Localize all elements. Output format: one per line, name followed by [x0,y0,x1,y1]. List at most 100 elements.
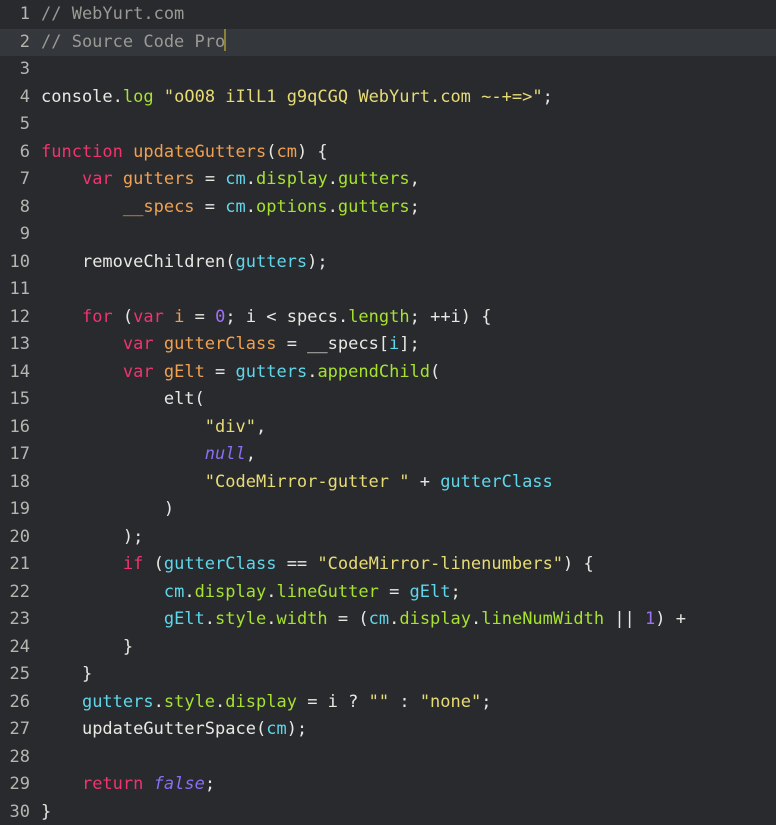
line-number: 10 [9,251,30,272]
line-content[interactable]: elt( [30,386,205,414]
code-line[interactable]: 7 var gutters = cm.display.gutters, [0,166,776,194]
code-line[interactable]: 18 "CodeMirror-gutter " + gutterClass [0,469,776,497]
token-def: updateGutters [133,141,267,162]
line-number: 5 [19,114,30,134]
line-number: 22 [9,581,30,602]
token-plain: = [194,169,226,189]
code-editor[interactable]: 1// WebYurt.com 2// Source Code Pro 3 4 cons… [0,0,776,825]
line-content[interactable]: } [30,799,51,825]
code-line[interactable]: 17 null, [0,441,776,469]
token-plain: ( [143,554,164,574]
token-string: "CodeMirror-linenumbers" [317,554,564,574]
token-string: "CodeMirror-gutter " [204,471,410,492]
line-content[interactable]: function updateGutters(cm) { [30,139,328,167]
line-content[interactable]: if (gutterClass == "CodeMirror-linenumbe… [30,551,594,579]
line-number: 13 [9,334,30,354]
token-keyword: function [41,141,123,162]
code-line[interactable]: 9 [0,221,776,249]
token-keyword: if [122,554,144,574]
code-line[interactable]: 6 function updateGutters(cm) { [0,139,776,167]
token-prop: options [256,196,328,217]
line-content[interactable]: ) [30,496,174,524]
token-plain: ; ++i) { [409,306,492,327]
line-content[interactable]: ); [30,524,143,552]
token-plain: ]; [399,334,420,354]
token-def: cm [276,141,297,162]
token-comment: // Source Code Pro [41,31,226,52]
line-content[interactable]: } [30,661,92,689]
code-line[interactable]: 15 elt( [0,386,776,414]
line-content[interactable]: var gutterClass = __specs[i]; [30,331,420,359]
code-line[interactable]: 28 [0,744,776,772]
code-line[interactable]: 8 __specs = cm.options.gutters; [0,194,776,222]
line-number: 8 [19,196,30,217]
code-line[interactable]: 24 } [0,634,776,662]
code-line[interactable]: 4 console.log "oO08 iIlL1 g9qCGQ WebYurt.… [0,84,776,112]
code-line[interactable]: 20 ); [0,524,776,552]
line-content[interactable]: __specs = cm.options.gutters; [30,194,420,222]
line-content[interactable]: gElt.style.width = (cm.display.lineNumWi… [30,606,686,634]
token-keyword: return [81,774,144,794]
token-plain: ; [409,196,420,217]
line-content[interactable]: } [30,634,133,662]
token-plain: , [409,169,420,189]
code-line[interactable]: 25 } [0,661,776,689]
code-line[interactable]: 2 // Source Code Pro [0,28,776,57]
token-plain: ) { [296,141,328,162]
line-content[interactable]: removeChildren(gutters); [30,249,328,277]
code-line[interactable]: 13 var gutterClass = __specs[i]; [0,331,776,359]
line-content[interactable]: // WebYurt.com [30,1,184,29]
code-line[interactable]: 3 [0,56,776,84]
code-line[interactable]: 1 // WebYurt.com [0,1,776,29]
line-content[interactable]: "div", [30,414,266,442]
code-line[interactable]: 5 [0,111,776,139]
token-plain: } [41,801,52,822]
code-line[interactable]: 26 gutters.style.display = i ? "" : "non… [0,689,776,717]
code-line[interactable]: 12 for (var i = 0; i < specs.length; ++i… [0,304,776,332]
code-line[interactable]: 27 updateGutterSpace(cm); [0,716,776,744]
code-line[interactable]: 30} [0,799,776,825]
line-number: 7 [19,169,30,189]
line-content[interactable]: null, [30,441,256,469]
line-number: 26 [9,691,30,712]
code-line[interactable]: 21 if (gutterClass == "CodeMirror-linenu… [0,551,776,579]
code-line[interactable]: 16 "div", [0,414,776,442]
line-number: 29 [9,774,30,794]
line-content[interactable]: "CodeMirror-gutter " + gutterClass [30,469,553,497]
token-plain: = [204,361,236,382]
token-var: gElt [163,609,205,629]
line-number: 28 [9,746,30,767]
line-content[interactable]: var gutters = cm.display.gutters, [30,166,420,194]
code-line[interactable]: 14 var gElt = gutters.appendChild( [0,359,776,387]
line-content[interactable]: console.log "oO08 iIlL1 g9qCGQ WebYurt.c… [30,84,553,112]
token-plain: ( [430,361,441,382]
line-content[interactable]: var gElt = gutters.appendChild( [30,359,440,387]
code-line[interactable]: 23 gElt.style.width = (cm.display.lineNu… [0,606,776,634]
line-number: 9 [19,224,30,244]
token-var: gutters [235,251,308,272]
line-content[interactable]: updateGutterSpace(cm); [30,716,307,744]
code-line[interactable]: 10 removeChildren(gutters); [0,249,776,277]
token-plain: ( [194,389,205,409]
line-content[interactable]: gutters.style.display = i ? "" : "none"; [30,689,492,717]
code-line[interactable]: 22 cm.display.lineGutter = gElt; [0,579,776,607]
line-content[interactable]: for (var i = 0; i < specs.length; ++i) { [30,304,492,332]
token-plain: + [409,471,441,492]
code-line[interactable]: 11 [0,276,776,304]
token-prop: gutters [337,196,410,217]
token-plain: . [184,581,195,602]
line-content[interactable]: return false; [30,771,215,799]
code-line[interactable]: 29 return false; [0,771,776,799]
line-content[interactable]: cm.display.lineGutter = gElt; [30,579,461,607]
token-def: i [174,306,185,327]
token-keyword: var [81,169,113,189]
token-string: "div" [204,416,256,437]
token-prop: display [256,169,328,189]
token-prop: length [348,306,410,327]
line-content[interactable]: // Source Code Pro [30,28,227,57]
code-line[interactable]: 19 ) [0,496,776,524]
